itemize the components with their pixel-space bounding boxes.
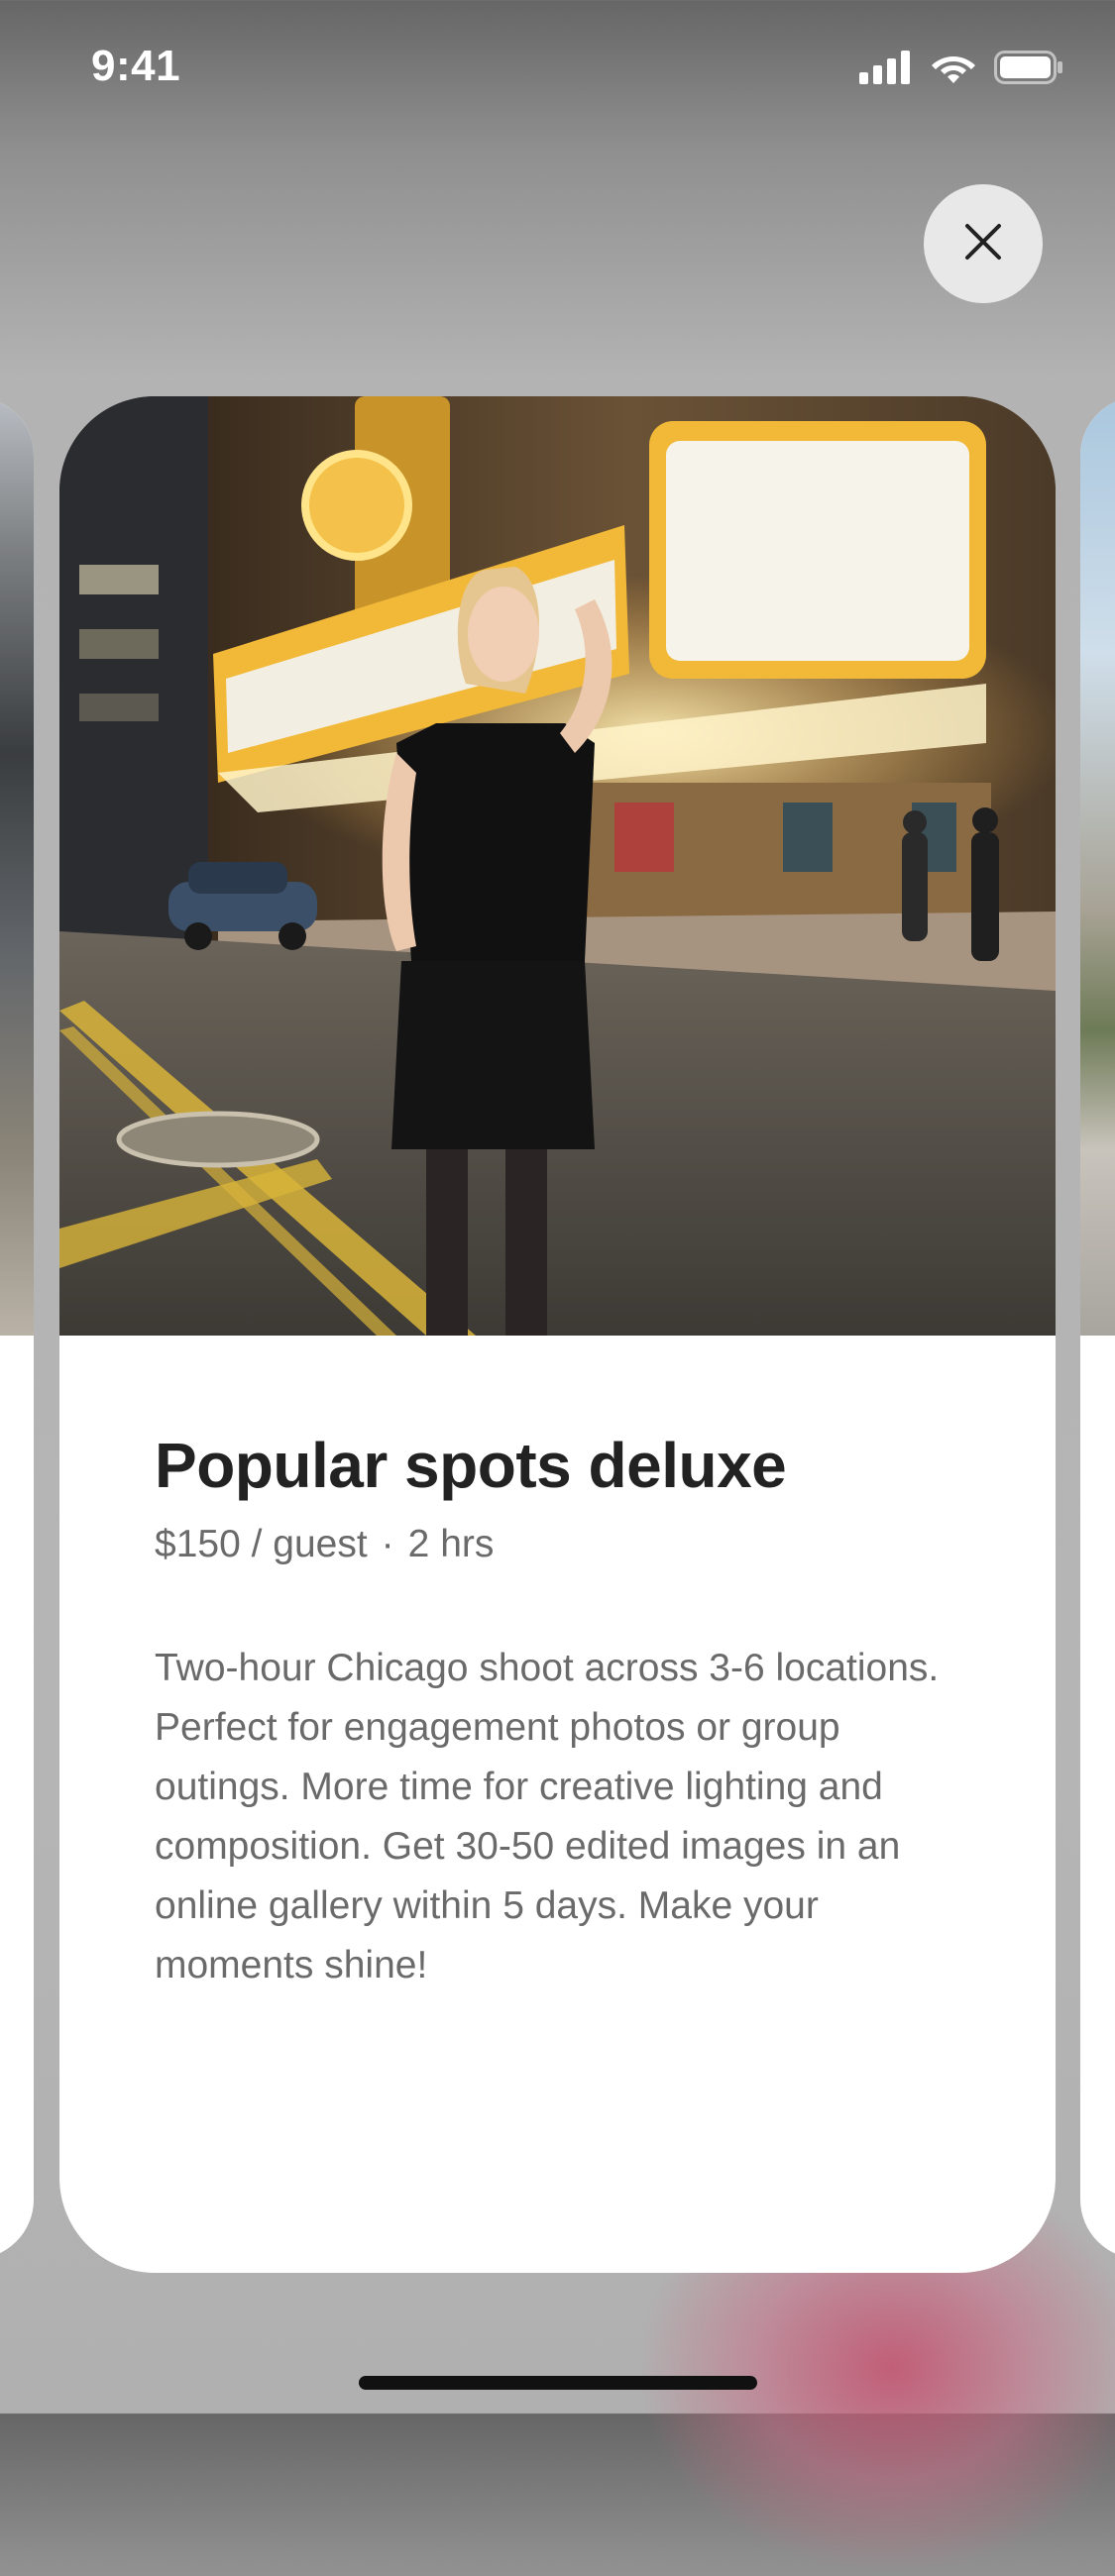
meta-separator: · [381, 1523, 394, 1565]
card-body: Popular spots deluxe $150 / guest · 2 hrs … [155, 1427, 977, 1995]
close-button[interactable] [924, 184, 1043, 303]
wifi-icon [931, 51, 976, 89]
status-icons [859, 50, 1063, 89]
cellular-signal-icon [859, 50, 913, 89]
card-title: Popular spots deluxe [155, 1430, 787, 1501]
status-time: 9:41 [91, 42, 181, 90]
next-card-peek[interactable] [1080, 396, 1115, 2259]
price-label: $150 / guest [155, 1523, 368, 1565]
close-icon [963, 222, 1003, 267]
card-photo [59, 396, 1056, 1336]
card-meta: $150 / guest · 2 hrs [155, 1520, 977, 1569]
home-indicator[interactable] [359, 2376, 757, 2390]
duration-label: 2 hrs [407, 1523, 495, 1565]
experience-card[interactable]: Popular spots deluxe $150 / guest · 2 hrs … [59, 396, 1056, 2273]
previous-card-photo [0, 396, 34, 1336]
status-bar: 9:41 [0, 0, 1115, 139]
battery-icon [994, 50, 1063, 89]
next-card-photo [1080, 396, 1115, 1336]
previous-card-peek[interactable] [0, 396, 34, 2259]
card-description: Two-hour Chicago shoot across 3-6 locati… [155, 1647, 940, 1986]
